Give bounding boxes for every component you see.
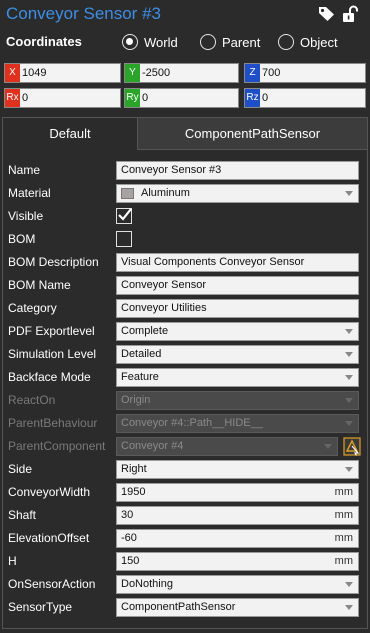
chevron-down-icon bbox=[345, 329, 353, 334]
position-x-input[interactable] bbox=[22, 64, 118, 82]
rx-badge: Rx bbox=[5, 89, 20, 107]
chevron-down-icon bbox=[345, 605, 353, 610]
radio-selected-icon bbox=[122, 34, 138, 50]
property-elevation-offset: ElevationOffset -60 mm bbox=[3, 527, 367, 550]
h-input[interactable]: 150 mm bbox=[116, 552, 359, 571]
y-badge: Y bbox=[125, 64, 140, 82]
rotation-z-field[interactable]: Rz bbox=[244, 88, 366, 108]
parent-behaviour-select: Conveyor #4::Path__HIDE__ bbox=[116, 414, 359, 433]
property-backface-mode: Backface Mode Feature bbox=[3, 366, 367, 389]
property-material: Material Aluminum bbox=[3, 182, 367, 205]
rotation-y-input[interactable] bbox=[142, 89, 236, 107]
property-react-on: ReactOn Origin bbox=[3, 389, 367, 412]
unlock-icon[interactable] bbox=[341, 5, 359, 23]
pick-component-icon[interactable] bbox=[343, 437, 361, 456]
ry-badge: Ry bbox=[125, 89, 140, 107]
on-sensor-action-select[interactable]: DoNothing bbox=[116, 575, 359, 594]
parent-component-select: Conveyor #4 bbox=[116, 437, 338, 456]
property-h: H 150 mm bbox=[3, 550, 367, 573]
chevron-down-icon bbox=[345, 375, 353, 380]
chevron-down-icon bbox=[324, 444, 332, 449]
bom-description-input[interactable]: Visual Components Conveyor Sensor bbox=[116, 253, 359, 272]
properties-panel: Default ComponentPathSensor Name Conveyo… bbox=[2, 117, 368, 629]
shaft-input[interactable]: 30 mm bbox=[116, 506, 359, 525]
chevron-down-icon bbox=[345, 398, 353, 403]
property-parent-component: ParentComponent Conveyor #4 bbox=[3, 435, 367, 458]
property-visible: Visible bbox=[3, 205, 367, 228]
property-on-sensor-action: OnSensorAction DoNothing bbox=[3, 573, 367, 596]
unit-label: mm bbox=[334, 486, 353, 498]
property-name: Name Conveyor Sensor #3 bbox=[3, 159, 367, 182]
property-bom-name: BOM Name Conveyor Sensor bbox=[3, 274, 367, 297]
property-sensor-type: SensorType ComponentPathSensor bbox=[3, 596, 367, 619]
component-title: Conveyor Sensor #3 bbox=[6, 4, 161, 23]
tab-default[interactable]: Default bbox=[3, 118, 138, 150]
coordinates-label: Coordinates bbox=[6, 34, 82, 49]
radio-parent[interactable]: Parent bbox=[200, 33, 260, 51]
material-swatch bbox=[121, 188, 134, 199]
property-parent-behaviour: ParentBehaviour Conveyor #4::Path__HIDE_… bbox=[3, 412, 367, 435]
backface-mode-select[interactable]: Feature bbox=[116, 368, 359, 387]
chevron-down-icon bbox=[345, 421, 353, 426]
material-select[interactable]: Aluminum bbox=[116, 184, 359, 203]
chevron-down-icon bbox=[345, 191, 353, 196]
simulation-level-select[interactable]: Detailed bbox=[116, 345, 359, 364]
rotation-x-input[interactable] bbox=[22, 89, 118, 107]
bom-checkbox[interactable] bbox=[116, 231, 132, 247]
chevron-down-icon bbox=[345, 467, 353, 472]
property-conveyor-width: ConveyorWidth 1950 mm bbox=[3, 481, 367, 504]
chevron-down-icon bbox=[345, 582, 353, 587]
radio-object[interactable]: Object bbox=[278, 33, 338, 51]
property-shaft: Shaft 30 mm bbox=[3, 504, 367, 527]
radio-world[interactable]: World bbox=[122, 33, 178, 51]
coordinates-row: Coordinates World Parent Object bbox=[0, 30, 370, 54]
property-bom: BOM bbox=[3, 228, 367, 251]
tab-component-path-sensor[interactable]: ComponentPathSensor bbox=[138, 118, 367, 150]
property-category: Category Conveyor Utilities bbox=[3, 297, 367, 320]
position-x-field[interactable]: X bbox=[4, 63, 121, 83]
unit-label: mm bbox=[334, 532, 353, 544]
property-side: Side Right bbox=[3, 458, 367, 481]
position-y-input[interactable] bbox=[142, 64, 236, 82]
radio-unselected-icon bbox=[200, 34, 216, 50]
name-input[interactable]: Conveyor Sensor #3 bbox=[116, 161, 359, 180]
radio-unselected-icon bbox=[278, 34, 294, 50]
sensor-type-select[interactable]: ComponentPathSensor bbox=[116, 598, 359, 617]
unit-label: mm bbox=[334, 509, 353, 521]
rotation-y-field[interactable]: Ry bbox=[124, 88, 239, 108]
property-simulation-level: Simulation Level Detailed bbox=[3, 343, 367, 366]
property-pdf-exportlevel: PDF Exportlevel Complete bbox=[3, 320, 367, 343]
position-z-input[interactable] bbox=[262, 64, 363, 82]
side-select[interactable]: Right bbox=[116, 460, 359, 479]
elevation-offset-input[interactable]: -60 mm bbox=[116, 529, 359, 548]
pdf-exportlevel-select[interactable]: Complete bbox=[116, 322, 359, 341]
react-on-select: Origin bbox=[116, 391, 359, 410]
category-input[interactable]: Conveyor Utilities bbox=[116, 299, 359, 318]
visible-checkbox[interactable] bbox=[116, 208, 132, 224]
position-y-field[interactable]: Y bbox=[124, 63, 239, 83]
rotation-x-field[interactable]: Rx bbox=[4, 88, 121, 108]
unit-label: mm bbox=[334, 555, 353, 567]
rz-badge: Rz bbox=[245, 89, 260, 107]
bom-name-input[interactable]: Conveyor Sensor bbox=[116, 276, 359, 295]
checkmark-icon bbox=[118, 208, 132, 221]
tag-icon[interactable] bbox=[318, 6, 336, 22]
chevron-down-icon bbox=[345, 352, 353, 357]
rotation-z-input[interactable] bbox=[262, 89, 363, 107]
position-z-field[interactable]: Z bbox=[244, 63, 366, 83]
x-badge: X bbox=[5, 64, 20, 82]
z-badge: Z bbox=[245, 64, 260, 82]
conveyor-width-input[interactable]: 1950 mm bbox=[116, 483, 359, 502]
title-bar: Conveyor Sensor #3 bbox=[0, 0, 370, 30]
property-bom-description: BOM Description Visual Components Convey… bbox=[3, 251, 367, 274]
